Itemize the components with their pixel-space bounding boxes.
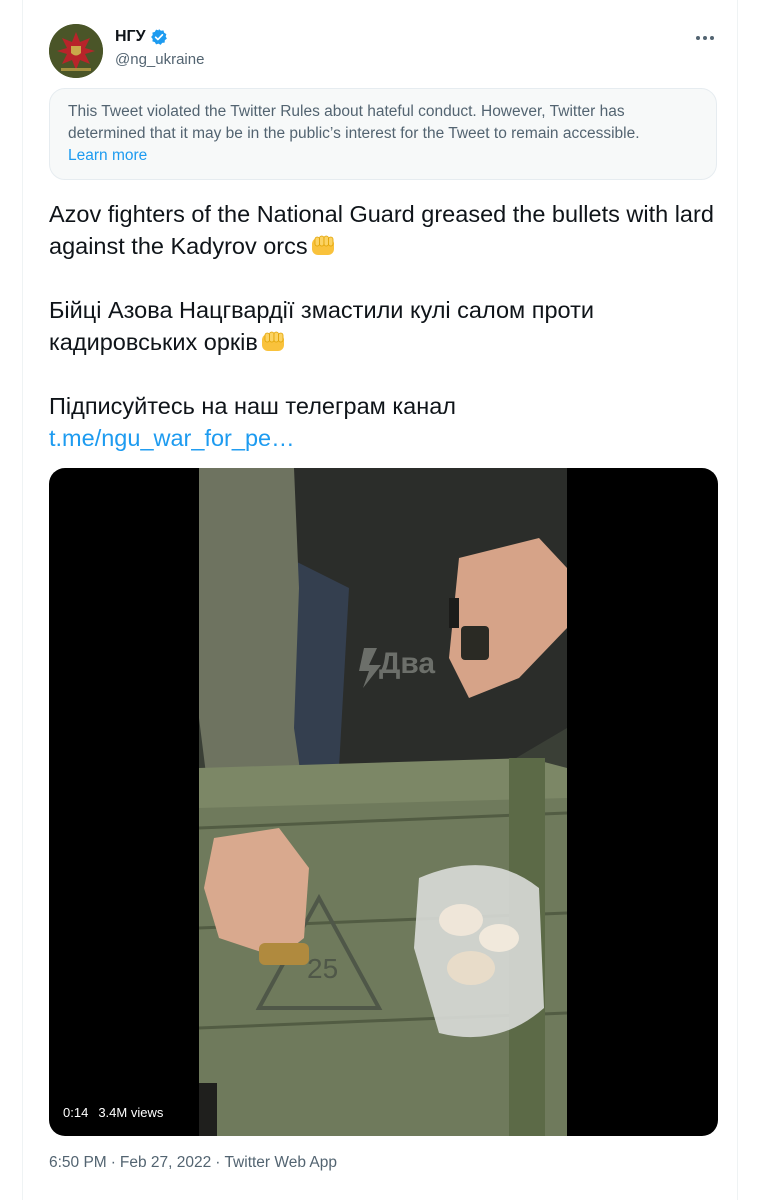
telegram-link[interactable]: t.me/ngu_war_for_pe… [49, 422, 721, 454]
more-dot [703, 36, 707, 40]
learn-more-link[interactable]: Learn more [68, 145, 698, 167]
oncoming-fist-emoji [261, 331, 284, 351]
tweet-text: Azov fighters of the National Guard grea… [49, 198, 721, 454]
tweet-paragraph-en: Azov fighters of the National Guard grea… [49, 198, 721, 262]
tweet-source: Twitter Web App [224, 1154, 338, 1171]
video-player[interactable]: Два 25 0:14 3.4M views [49, 468, 718, 1136]
more-dot [696, 36, 700, 40]
tweet-date[interactable]: Feb 27, 2022 [120, 1154, 211, 1171]
author-name-row: НГУ [115, 28, 168, 46]
policy-notice-text: This Tweet violated the Twitter Rules ab… [68, 103, 640, 142]
tweet-card: НГУ @ng_ukraine This Tweet violated the … [22, 0, 738, 1200]
video-duration: 0:14 [63, 1105, 89, 1120]
author-display-name[interactable]: НГУ [115, 28, 146, 46]
more-dots-icon[interactable] [693, 26, 717, 50]
separator-dot: · [110, 1154, 116, 1171]
tweet-paragraph-ua: Бійці Азова Нацгвардії змастили кулі сал… [49, 294, 721, 358]
tweet-time[interactable]: 6:50 PM [49, 1154, 107, 1171]
tweet-paragraph-subscribe: Підписуйтесь на наш телеграм канал t.me/… [49, 390, 721, 454]
video-meta: 0:14 3.4M views [63, 1105, 163, 1120]
tweet-text-ua: Бійці Азова Нацгвардії змастили кулі сал… [49, 297, 594, 355]
tweet-text-subscribe: Підписуйтесь на наш телеграм канал [49, 393, 456, 419]
svg-text:25: 25 [307, 953, 338, 984]
video-frame[interactable]: Два 25 [199, 468, 567, 1136]
tweet-timestamp: 6:50 PM · Feb 27, 2022 · Twitter Web App [49, 1154, 337, 1172]
verified-badge-icon [150, 29, 167, 45]
video-thumbnail: Два 25 [199, 468, 567, 1136]
oncoming-fist-emoji [311, 235, 334, 255]
video-views: 3.4M views [98, 1105, 164, 1120]
ngu-emblem-icon [49, 24, 103, 78]
shirt-logo-text: Два [379, 647, 435, 680]
more-dot [710, 36, 714, 40]
avatar[interactable] [49, 24, 103, 78]
policy-notice: This Tweet violated the Twitter Rules ab… [49, 88, 717, 180]
author-handle[interactable]: @ng_ukraine [115, 51, 204, 68]
tweet-text-en: Azov fighters of the National Guard grea… [49, 201, 714, 259]
separator-dot: · [215, 1154, 221, 1171]
